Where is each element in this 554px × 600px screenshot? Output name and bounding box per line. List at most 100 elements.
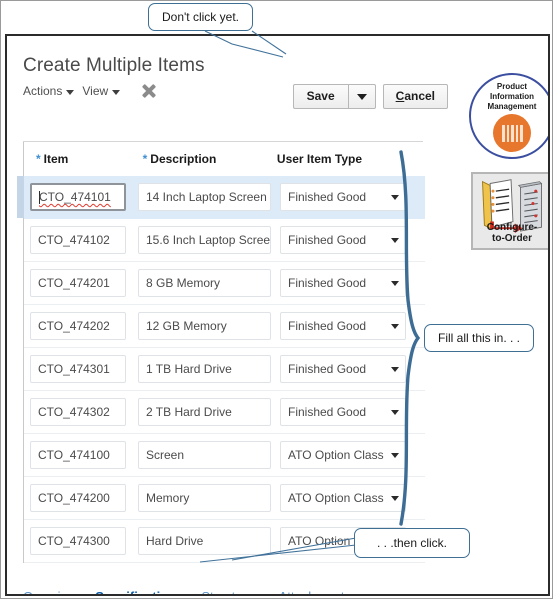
cell-item: CTO_474301: [30, 355, 138, 383]
barcode-icon: [493, 114, 531, 152]
item-input-value: CTO_474101: [39, 190, 111, 204]
pim-badge-line2: Information: [490, 92, 534, 101]
column-header-item-label: Item: [43, 152, 69, 166]
actions-menu[interactable]: Actions: [21, 82, 80, 100]
user-item-type-select[interactable]: Finished Good: [280, 355, 406, 383]
description-input[interactable]: 8 GB Memory: [138, 269, 271, 297]
cell-user-item-type: Finished Good: [280, 355, 420, 383]
chevron-down-icon: [391, 324, 399, 329]
description-input[interactable]: 14 Inch Laptop Screen: [138, 183, 271, 211]
user-item-type-value: Finished Good: [288, 276, 367, 290]
tab-specifications[interactable]: Specifications: [95, 589, 183, 594]
pim-badge-line3: Management: [487, 102, 537, 111]
cell-item: CTO_474101: [30, 183, 138, 211]
item-input[interactable]: CTO_474200: [30, 484, 126, 512]
table-row[interactable]: CTO_474201 8 GB Memory Finished Good: [24, 262, 425, 305]
page-toolbar: Actions View: [21, 82, 158, 100]
cell-description: 2 TB Hard Drive: [138, 398, 280, 426]
bottom-tabs: Overview Specifications Structures Attac…: [23, 582, 423, 594]
description-input[interactable]: Screen: [138, 441, 271, 469]
configure-to-order-icon: Configure- to-Order: [471, 172, 548, 250]
cell-description: 12 GB Memory: [138, 312, 280, 340]
cell-user-item-type: Finished Good: [280, 226, 420, 254]
user-item-type-value: Finished Good: [288, 319, 367, 333]
save-dropdown-button[interactable]: [347, 84, 376, 109]
annotation-then-click: . . .then click.: [354, 528, 470, 558]
save-button[interactable]: Save: [292, 84, 348, 109]
user-item-type-select[interactable]: Finished Good: [280, 398, 406, 426]
user-item-type-select[interactable]: Finished Good: [280, 183, 406, 211]
user-item-type-select[interactable]: ATO Option Class: [280, 441, 406, 469]
description-input[interactable]: 1 TB Hard Drive: [138, 355, 271, 383]
cell-item: CTO_474200: [30, 484, 138, 512]
chevron-down-icon: [356, 93, 367, 100]
item-input[interactable]: CTO_474102: [30, 226, 126, 254]
action-button-bar: Save Cancel: [292, 84, 448, 109]
cell-description: Hard Drive: [138, 527, 280, 555]
description-input[interactable]: 12 GB Memory: [138, 312, 271, 340]
cell-description: 15.6 Inch Laptop Screen: [138, 226, 280, 254]
column-header-description-label: Description: [150, 152, 217, 166]
description-input[interactable]: Memory: [138, 484, 271, 512]
description-input[interactable]: Hard Drive: [138, 527, 271, 555]
cell-user-item-type: Finished Good: [280, 312, 420, 340]
table-row[interactable]: CTO_474102 15.6 Inch Laptop Screen Finis…: [24, 219, 425, 262]
chevron-down-icon: [391, 238, 399, 243]
tab-overview[interactable]: Overview: [23, 589, 77, 594]
annotation-dont-click-yet: Don't click yet.: [148, 3, 253, 31]
cell-user-item-type: ATO Option Class: [280, 484, 420, 512]
user-item-type-value: Finished Good: [288, 362, 367, 376]
chevron-down-icon: [391, 453, 399, 458]
cancel-button-mnemonic: C: [395, 89, 405, 103]
cell-item: CTO_474100: [30, 441, 138, 469]
table-row[interactable]: CTO_474200 Memory ATO Option Class: [24, 477, 425, 520]
chevron-down-icon: [391, 195, 399, 200]
item-input[interactable]: CTO_474201: [30, 269, 126, 297]
user-item-type-value: ATO Option Class: [288, 491, 384, 505]
item-input[interactable]: CTO_474202: [30, 312, 126, 340]
user-item-type-value: Finished Good: [288, 233, 367, 247]
chevron-down-icon: [391, 410, 399, 415]
column-header-user-item-type: User Item Type: [277, 152, 425, 166]
tab-attachments[interactable]: Attachments: [279, 589, 351, 594]
tab-structures[interactable]: Structures: [201, 589, 260, 594]
chevron-down-icon: [391, 496, 399, 501]
cell-item: CTO_474202: [30, 312, 138, 340]
description-input[interactable]: 2 TB Hard Drive: [138, 398, 271, 426]
cto-caption-line1: Configure-: [486, 222, 538, 233]
user-item-type-select[interactable]: Finished Good: [280, 312, 406, 340]
cell-item: CTO_474302: [30, 398, 138, 426]
grid-body: CTO_474101 14 Inch Laptop Screen Finishe…: [17, 176, 425, 563]
page-title: Create Multiple Items: [23, 55, 205, 76]
app-window: Create Multiple Items Actions View Save …: [5, 34, 550, 596]
cell-description: Screen: [138, 441, 280, 469]
item-input[interactable]: CTO_474301: [30, 355, 126, 383]
table-row[interactable]: CTO_474202 12 GB Memory Finished Good: [24, 305, 425, 348]
item-input[interactable]: CTO_474101: [30, 183, 126, 211]
item-input[interactable]: CTO_474100: [30, 441, 126, 469]
user-item-type-value: Finished Good: [288, 190, 367, 204]
table-row[interactable]: CTO_474302 2 TB Hard Drive Finished Good: [24, 391, 425, 434]
product-information-management-badge: Product Information Management: [469, 73, 548, 159]
user-item-type-select[interactable]: ATO Option Class: [280, 484, 406, 512]
cell-description: 8 GB Memory: [138, 269, 280, 297]
user-item-type-select[interactable]: Finished Good: [280, 226, 406, 254]
item-input[interactable]: CTO_474302: [30, 398, 126, 426]
chevron-down-icon: [66, 89, 75, 95]
required-star-icon: *: [142, 152, 148, 166]
table-row[interactable]: CTO_474100 Screen ATO Option Class: [24, 434, 425, 477]
chevron-down-icon: [391, 367, 399, 372]
table-row[interactable]: CTO_474301 1 TB Hard Drive Finished Good: [24, 348, 425, 391]
description-input[interactable]: 15.6 Inch Laptop Screen: [138, 226, 271, 254]
view-menu[interactable]: View: [80, 82, 126, 100]
cancel-button-label: ancel: [404, 89, 435, 103]
user-item-type-select[interactable]: Finished Good: [280, 269, 406, 297]
required-star-icon: *: [36, 152, 41, 166]
view-menu-label: View: [82, 84, 109, 98]
cancel-button[interactable]: Cancel: [382, 84, 448, 109]
cell-user-item-type: Finished Good: [280, 183, 420, 211]
cell-user-item-type: ATO Option Class: [280, 441, 420, 469]
close-x-icon[interactable]: [140, 82, 158, 100]
item-input[interactable]: CTO_474300: [30, 527, 126, 555]
table-row[interactable]: CTO_474101 14 Inch Laptop Screen Finishe…: [17, 176, 425, 219]
